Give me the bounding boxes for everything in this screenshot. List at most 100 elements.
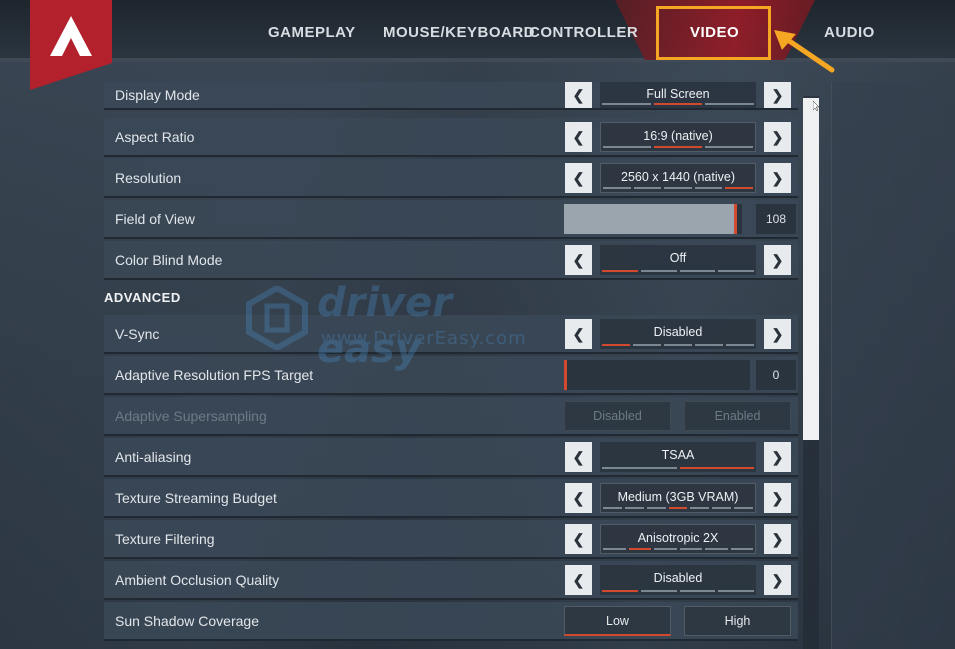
option-tick (718, 270, 754, 272)
prev-button[interactable]: ❮ (565, 82, 592, 108)
option-tick (730, 548, 753, 550)
option-ticks (602, 103, 755, 105)
option-value: Anisotropic 2X (637, 531, 719, 545)
next-button[interactable]: ❯ (764, 163, 791, 193)
slider-handle[interactable] (734, 204, 737, 234)
prev-button[interactable]: ❮ (565, 565, 592, 595)
option-ticks (603, 507, 754, 509)
next-button[interactable]: ❯ (764, 565, 791, 595)
setting-row-color-blind-mode: Color Blind Mode ❮ Off ❯ (104, 241, 798, 280)
setting-row-texture-filtering: Texture Filtering ❮ Anisotropic 2X ❯ (104, 520, 798, 559)
option-value-box: Disabled (600, 319, 756, 349)
option-tick (624, 507, 644, 509)
next-button[interactable]: ❯ (764, 82, 791, 108)
next-button[interactable]: ❯ (764, 483, 791, 513)
option-ticks (602, 344, 754, 346)
setting-label: Texture Streaming Budget (115, 490, 277, 506)
option-value: Full Screen (646, 87, 710, 101)
scrollbar-thumb[interactable] (803, 98, 819, 440)
option-tick (679, 270, 716, 272)
adaptive-fps-slider[interactable] (564, 360, 750, 390)
next-button[interactable]: ❯ (764, 319, 791, 349)
chevron-left-icon: ❮ (572, 571, 585, 588)
prev-button[interactable]: ❮ (565, 442, 592, 472)
setting-label: Resolution (115, 170, 182, 186)
next-button[interactable]: ❯ (764, 122, 791, 152)
setting-label: Ambient Occlusion Quality (115, 572, 280, 588)
option-tick (725, 187, 753, 189)
prev-button[interactable]: ❮ (565, 319, 592, 349)
prev-button[interactable]: ❮ (565, 483, 592, 513)
option-tick (664, 187, 692, 189)
option-ticks (603, 548, 753, 550)
option-tick (602, 103, 651, 105)
tab-controller[interactable]: CONTROLLER (529, 24, 638, 48)
chevron-left-icon: ❮ (572, 325, 585, 342)
option-tick (705, 103, 755, 105)
option-value-box: 2560 x 1440 (native) (600, 163, 756, 193)
option-tick (679, 548, 702, 550)
option-tick (602, 467, 677, 469)
prev-button[interactable]: ❮ (565, 122, 592, 152)
setting-row-anti-aliasing: Anti-aliasing ❮ TSAA ❯ (104, 438, 798, 477)
next-button[interactable]: ❯ (764, 442, 791, 472)
setting-label: Aspect Ratio (115, 129, 195, 145)
chevron-right-icon: ❯ (771, 169, 784, 186)
option-value-box: Off (600, 245, 756, 275)
option-tick (633, 344, 661, 346)
setting-row-ambient-occlusion: Ambient Occlusion Quality ❮ Disabled ❯ (104, 561, 798, 600)
setting-row-texture-streaming-budget: Texture Streaming Budget ❮ Medium (3GB V… (104, 479, 798, 518)
supersampling-enabled-option: Enabled (684, 401, 791, 431)
option-value-box: Disabled (600, 565, 756, 595)
sun-shadow-high-option[interactable]: High (684, 606, 791, 636)
option-value: Off (669, 251, 687, 265)
apex-logo-icon (50, 16, 92, 56)
chevron-right-icon: ❯ (771, 571, 784, 588)
chevron-right-icon: ❯ (771, 325, 784, 342)
next-button[interactable]: ❯ (764, 245, 791, 275)
option-tick (718, 590, 754, 592)
tab-gameplay[interactable]: GAMEPLAY (268, 24, 356, 48)
option-tick (653, 103, 703, 105)
tab-mouse-keyboard[interactable]: MOUSE/KEYBOARD (383, 24, 535, 48)
setting-row-aspect-ratio: Aspect Ratio ❮ 16:9 (native) ❯ (104, 118, 798, 157)
option-value: Disabled (653, 571, 703, 585)
option-tick (602, 590, 638, 592)
driver-easy-watermark: driver easy www.DriverEasy.com (245, 280, 565, 372)
option-ticks (602, 590, 754, 592)
option-ticks (603, 146, 753, 148)
setting-label: Anti-aliasing (115, 449, 192, 465)
chevron-right-icon: ❯ (771, 86, 784, 103)
option-tick (602, 344, 630, 346)
prev-button[interactable]: ❮ (565, 245, 592, 275)
watermark-title: driver easy (317, 280, 452, 372)
option-value-box: Full Screen (600, 82, 756, 108)
next-button[interactable]: ❯ (764, 524, 791, 554)
adaptive-fps-value: 0 (756, 360, 796, 390)
option-ticks (603, 187, 753, 189)
setting-label: Adaptive Resolution FPS Target (115, 367, 314, 383)
option-value-box: Medium (3GB VRAM) (600, 483, 756, 513)
option-tick (654, 548, 677, 550)
setting-row-resolution: Resolution ❮ 2560 x 1440 (native) ❯ (104, 159, 798, 198)
option-tick (603, 187, 631, 189)
option-tick (705, 548, 728, 550)
mouse-cursor-icon (813, 101, 820, 111)
setting-label: Adaptive Supersampling (115, 408, 267, 424)
option-tick (603, 507, 622, 509)
setting-label: Color Blind Mode (115, 252, 223, 268)
setting-label: Sun Shadow Coverage (115, 613, 259, 629)
prev-button[interactable]: ❮ (565, 163, 592, 193)
setting-label: Display Mode (115, 87, 200, 103)
option-tick (679, 590, 716, 592)
setting-row-sun-shadow-coverage: Sun Shadow Coverage Low High (104, 602, 798, 641)
chevron-left-icon: ❮ (572, 489, 585, 506)
prev-button[interactable]: ❮ (565, 524, 592, 554)
option-tick (712, 507, 732, 509)
option-tick (690, 507, 710, 509)
chevron-left-icon: ❮ (572, 251, 585, 268)
fov-slider[interactable] (564, 204, 742, 234)
setting-row-field-of-view: Field of View 108 (104, 200, 798, 239)
chevron-left-icon: ❮ (572, 530, 585, 547)
sun-shadow-low-option[interactable]: Low (564, 606, 671, 636)
